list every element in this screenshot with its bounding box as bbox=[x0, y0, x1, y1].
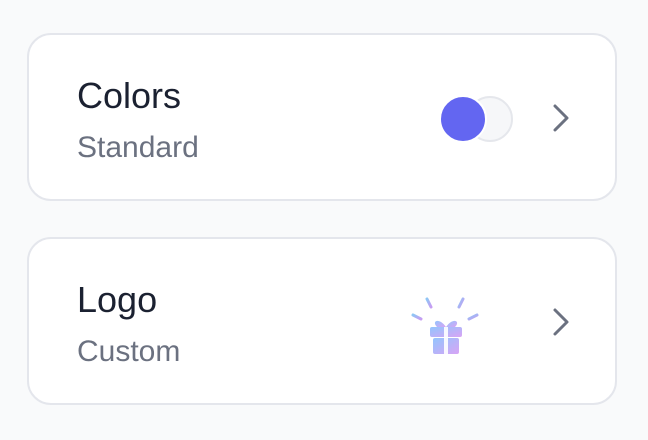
gift-icon bbox=[411, 293, 479, 354]
logo-value: Custom bbox=[77, 335, 181, 368]
logo-setting-row[interactable]: Logo Custom bbox=[27, 237, 617, 405]
accent-color-swatch bbox=[439, 95, 487, 143]
colors-title: Colors bbox=[77, 75, 182, 116]
color-swatch-preview bbox=[439, 94, 523, 144]
chevron-right-icon bbox=[553, 308, 569, 336]
logo-title: Logo bbox=[77, 279, 158, 320]
chevron-right-icon bbox=[553, 104, 569, 132]
colors-setting-row[interactable]: Colors Standard bbox=[27, 33, 617, 201]
colors-value: Standard bbox=[77, 131, 199, 164]
